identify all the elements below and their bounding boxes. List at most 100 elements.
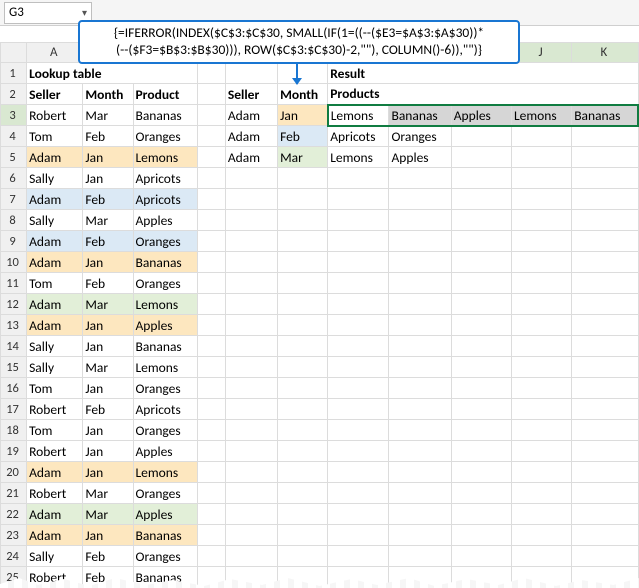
cell[interactable] <box>451 231 511 252</box>
cell[interactable]: Bananas <box>133 105 197 126</box>
row-header[interactable]: 21 <box>1 483 27 504</box>
cell[interactable] <box>389 252 451 273</box>
row-header[interactable]: 6 <box>1 168 27 189</box>
cell[interactable] <box>328 315 389 336</box>
cell[interactable] <box>451 441 511 462</box>
spreadsheet-grid[interactable]: A B C D E F G H I J K 1Lookup tableResul… <box>0 42 639 588</box>
cell[interactable]: Month <box>278 84 328 105</box>
cell[interactable]: Adam <box>27 189 83 210</box>
cell[interactable] <box>389 504 451 525</box>
cell[interactable]: Tom <box>27 420 83 441</box>
cell[interactable]: Adam <box>27 462 83 483</box>
cell[interactable]: Mar <box>83 294 133 315</box>
cell[interactable] <box>451 420 511 441</box>
cell[interactable]: Apricots <box>133 189 197 210</box>
cell[interactable] <box>225 546 277 567</box>
cell[interactable] <box>572 357 638 378</box>
cell[interactable]: Jan <box>83 315 133 336</box>
cell[interactable]: Apricots <box>133 399 197 420</box>
cell[interactable] <box>225 399 277 420</box>
cell[interactable]: Lemons <box>511 105 571 126</box>
cell[interactable]: Mar <box>83 210 133 231</box>
cell[interactable] <box>389 231 451 252</box>
cell[interactable] <box>328 294 389 315</box>
row-header[interactable]: 16 <box>1 378 27 399</box>
cell[interactable] <box>278 252 328 273</box>
row-header[interactable]: 7 <box>1 189 27 210</box>
cell[interactable] <box>389 546 451 567</box>
cell[interactable] <box>451 189 511 210</box>
cell[interactable]: Result <box>328 63 638 84</box>
cell[interactable]: Mar <box>83 504 133 525</box>
cell[interactable]: Seller <box>225 84 277 105</box>
cell[interactable] <box>278 189 328 210</box>
cell[interactable] <box>278 420 328 441</box>
row-header[interactable]: 24 <box>1 546 27 567</box>
cell[interactable] <box>389 168 451 189</box>
cell[interactable] <box>278 525 328 546</box>
cell[interactable] <box>197 63 225 84</box>
row-header[interactable]: 23 <box>1 525 27 546</box>
cell[interactable] <box>511 504 571 525</box>
cell[interactable] <box>328 525 389 546</box>
cell[interactable] <box>328 357 389 378</box>
cell[interactable] <box>389 315 451 336</box>
cell[interactable] <box>511 210 571 231</box>
cell[interactable]: Apricots <box>133 168 197 189</box>
cell[interactable] <box>197 294 225 315</box>
cell[interactable] <box>197 483 225 504</box>
cell[interactable] <box>328 420 389 441</box>
cell[interactable] <box>572 483 638 504</box>
cell[interactable] <box>572 189 638 210</box>
cell[interactable]: Oranges <box>133 378 197 399</box>
cell[interactable] <box>225 525 277 546</box>
cell[interactable] <box>572 378 638 399</box>
col-header[interactable]: A <box>27 43 83 63</box>
cell[interactable] <box>328 273 389 294</box>
cell[interactable] <box>511 483 571 504</box>
cell[interactable]: Mar <box>83 483 133 504</box>
cell[interactable] <box>451 378 511 399</box>
cell[interactable] <box>572 315 638 336</box>
cell[interactable]: Bananas <box>133 252 197 273</box>
cell[interactable] <box>572 168 638 189</box>
cell[interactable]: Feb <box>83 231 133 252</box>
cell[interactable] <box>511 399 571 420</box>
row-header[interactable]: 15 <box>1 357 27 378</box>
cell[interactable] <box>572 504 638 525</box>
row-header[interactable]: 4 <box>1 126 27 147</box>
cell[interactable] <box>197 231 225 252</box>
row-header[interactable]: 22 <box>1 504 27 525</box>
cell[interactable]: Adam <box>27 252 83 273</box>
cell[interactable] <box>197 336 225 357</box>
cell[interactable] <box>197 525 225 546</box>
cell[interactable] <box>225 462 277 483</box>
cell[interactable] <box>225 231 277 252</box>
cell[interactable]: Lookup table <box>27 63 198 84</box>
cell[interactable] <box>389 483 451 504</box>
cell[interactable]: Mar <box>278 147 328 168</box>
cell[interactable] <box>572 420 638 441</box>
cell[interactable]: Adam <box>225 147 277 168</box>
cell[interactable]: Oranges <box>133 231 197 252</box>
row-header[interactable]: 5 <box>1 147 27 168</box>
cell[interactable]: Jan <box>278 105 328 126</box>
cell[interactable]: Jan <box>83 147 133 168</box>
cell[interactable]: Mar <box>83 357 133 378</box>
cell[interactable] <box>328 252 389 273</box>
cell[interactable] <box>328 336 389 357</box>
cell[interactable] <box>451 336 511 357</box>
cell[interactable] <box>511 315 571 336</box>
cell[interactable] <box>511 546 571 567</box>
cell[interactable] <box>328 546 389 567</box>
row-header[interactable]: 13 <box>1 315 27 336</box>
cell[interactable] <box>389 294 451 315</box>
cell[interactable] <box>451 252 511 273</box>
cell[interactable] <box>197 357 225 378</box>
row-header[interactable]: 2 <box>1 84 27 105</box>
cell[interactable]: Apples <box>389 147 451 168</box>
cell[interactable] <box>197 168 225 189</box>
cell[interactable] <box>511 252 571 273</box>
col-header[interactable]: K <box>572 43 638 63</box>
cell[interactable] <box>572 126 638 147</box>
